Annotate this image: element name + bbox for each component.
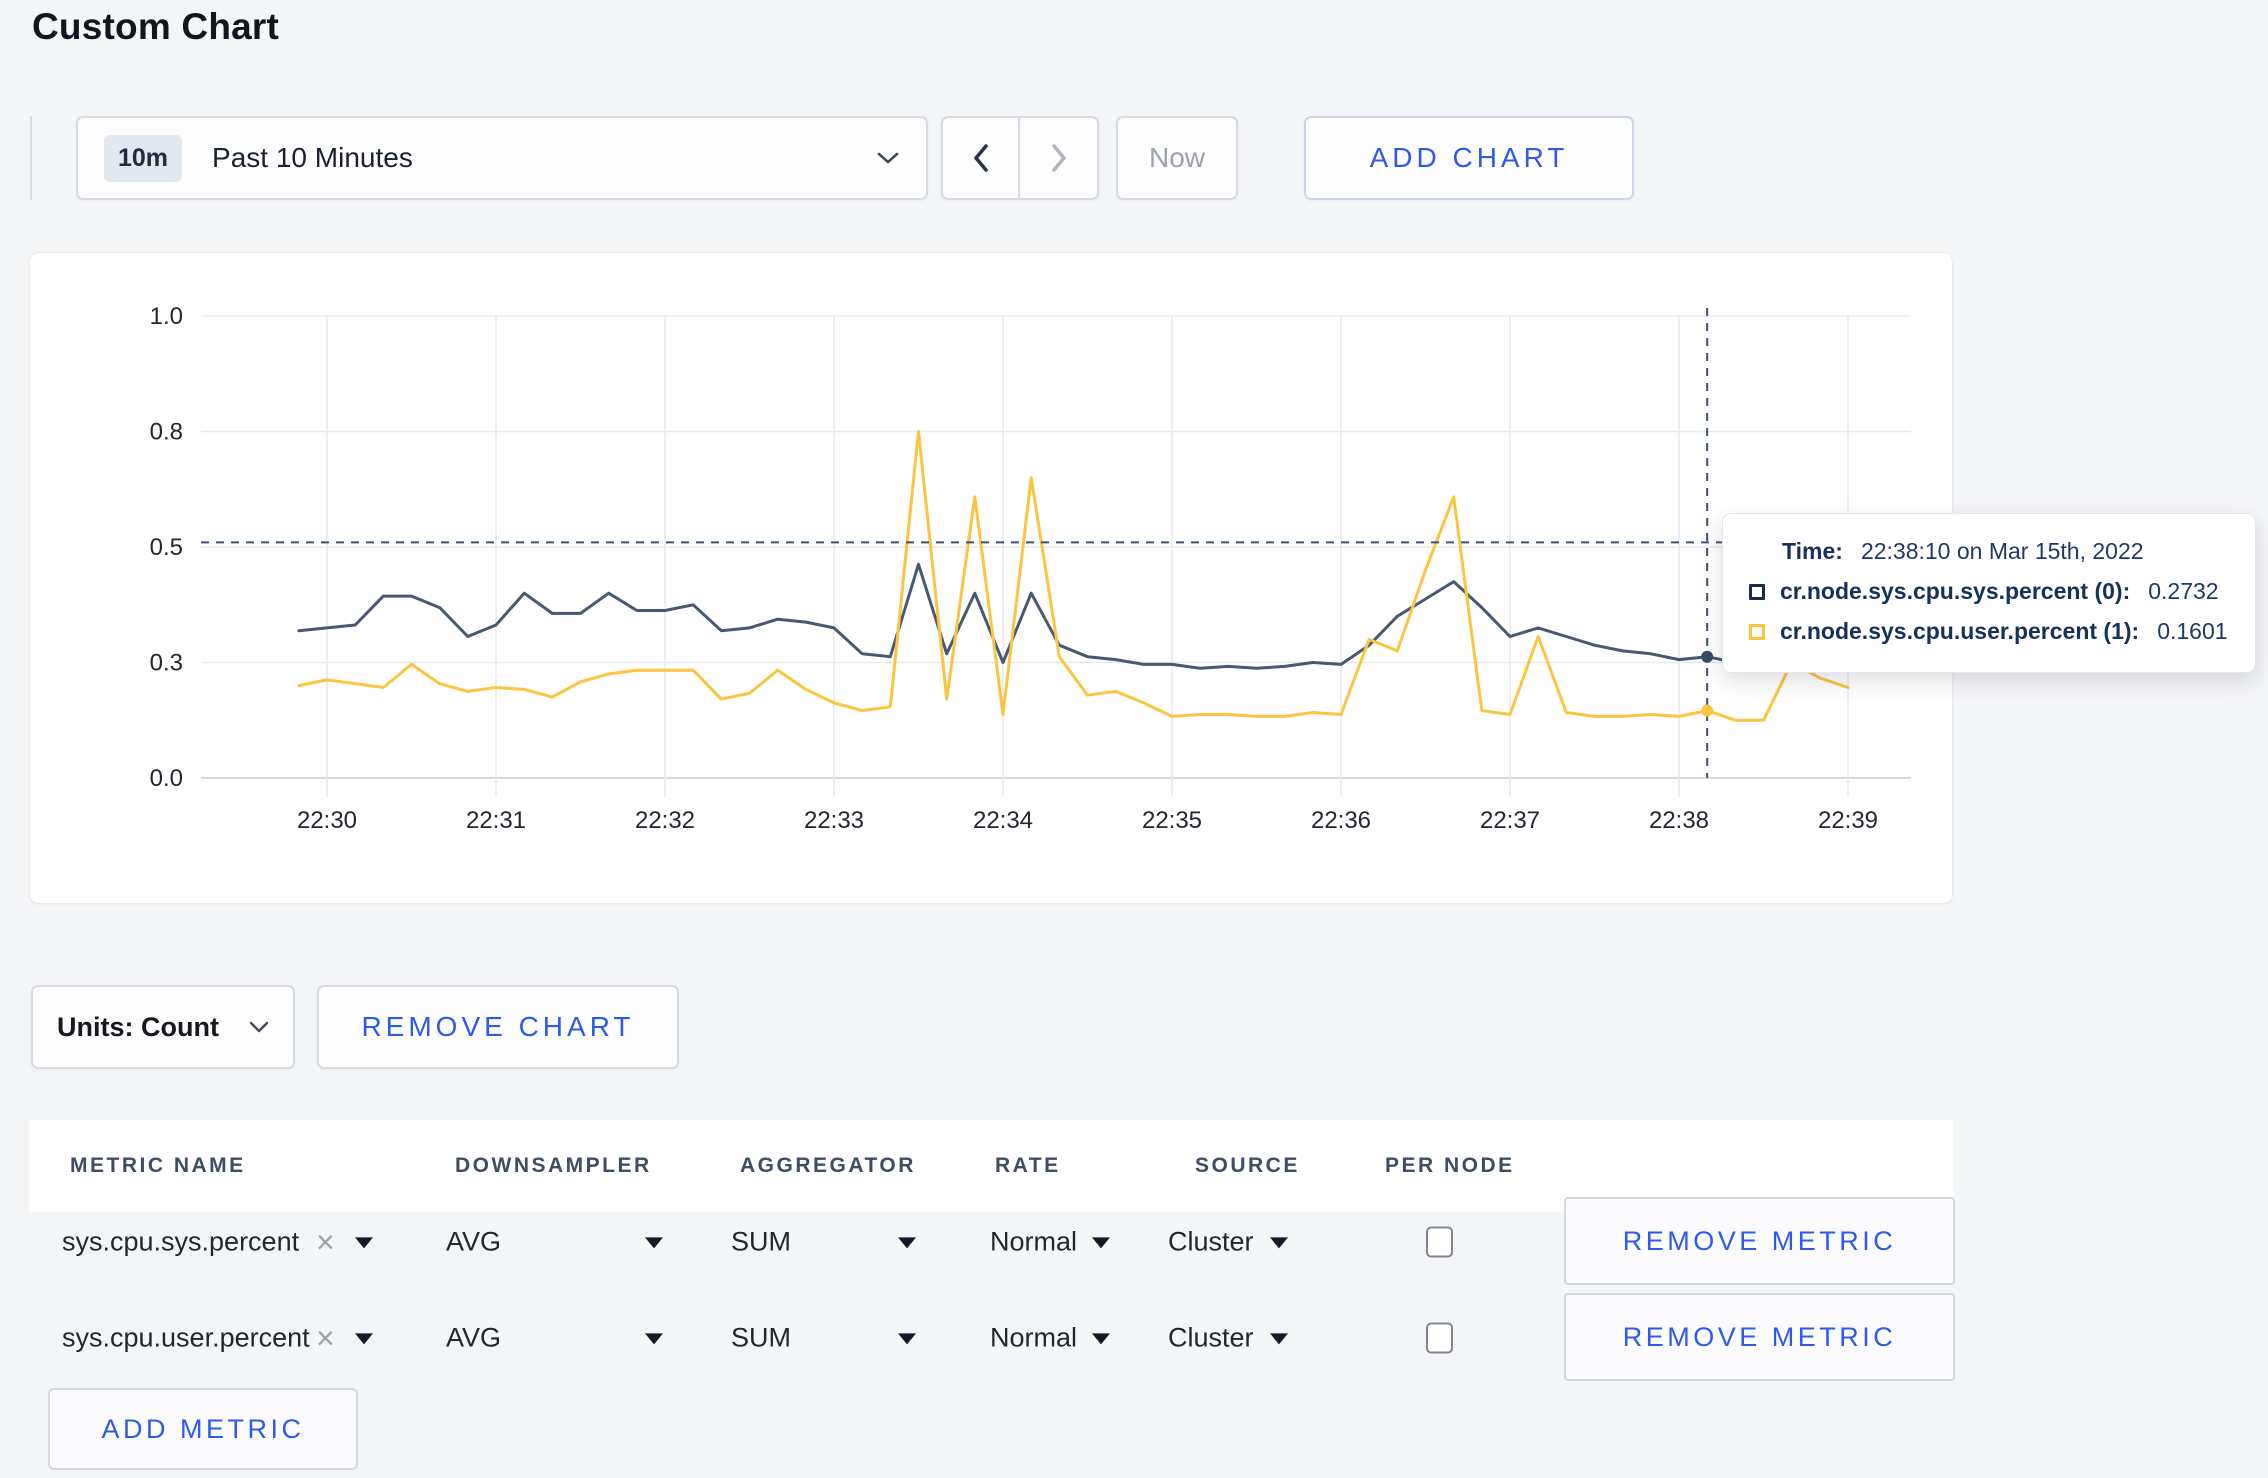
tooltip-series-value: 0.2732 [2148, 578, 2219, 604]
chevron-left-icon [973, 144, 988, 172]
downsampler-caret-icon[interactable] [645, 1333, 663, 1345]
svg-text:22:35: 22:35 [1142, 807, 1202, 834]
svg-text:22:34: 22:34 [973, 807, 1033, 834]
prev-button[interactable] [943, 118, 1020, 198]
per-node-checkbox[interactable] [1426, 1226, 1453, 1258]
now-label: Now [1148, 142, 1205, 173]
svg-text:22:38: 22:38 [1649, 807, 1709, 834]
chart-tooltip: Time: 22:38:10 on Mar 15th, 2022 cr.node… [1722, 513, 2256, 673]
time-range-select[interactable]: 10m Past 10 Minutes [76, 116, 928, 200]
tooltip-time-row: Time: 22:38:10 on Mar 15th, 2022 [1782, 538, 2229, 565]
source-select[interactable]: Cluster [1168, 1323, 1254, 1354]
metric-name-select[interactable]: sys.cpu.sys.percent [62, 1227, 299, 1258]
aggregator-select[interactable]: SUM [731, 1227, 791, 1258]
downsampler-select[interactable]: AVG [446, 1227, 501, 1258]
metric-caret-icon[interactable] [355, 1333, 373, 1345]
add-metric-button[interactable]: ADD METRIC [48, 1388, 358, 1470]
tooltip-time-label: Time: [1782, 538, 1843, 564]
units-label: Units: Count [57, 1011, 219, 1042]
chevron-down-icon [249, 1021, 269, 1033]
col-header-source: SOURCE [1195, 1154, 1300, 1177]
tooltip-series-row: cr.node.sys.cpu.sys.percent (0): 0.2732 [1749, 578, 2229, 605]
chevron-down-icon [877, 152, 899, 164]
clear-metric-icon[interactable]: × [316, 1226, 335, 1258]
svg-text:22:39: 22:39 [1818, 807, 1878, 834]
timeseries-chart[interactable]: 0.0 0.3 0.5 0.8 1.0 22:30 22:31 22:32 22:33 22:34… [30, 253, 1954, 905]
rate-select[interactable]: Normal [990, 1323, 1077, 1354]
rate-caret-icon[interactable] [1092, 1333, 1110, 1345]
svg-text:1.0: 1.0 [150, 303, 183, 330]
time-range-badge: 10m [104, 134, 183, 182]
next-button[interactable] [1020, 118, 1097, 198]
remove-metric-button[interactable]: REMOVE METRIC [1564, 1293, 1955, 1381]
aggregator-caret-icon[interactable] [898, 1333, 916, 1345]
units-select[interactable]: Units: Count [31, 985, 295, 1069]
tooltip-series-row: cr.node.sys.cpu.user.percent (1): 0.1601 [1749, 618, 2229, 645]
svg-text:22:31: 22:31 [466, 807, 526, 834]
remove-metric-label: REMOVE METRIC [1622, 1225, 1897, 1256]
col-header-downsampler: DOWNSAMPLER [455, 1154, 652, 1177]
source-caret-icon[interactable] [1270, 1237, 1288, 1249]
svg-text:0.3: 0.3 [150, 650, 183, 677]
col-header-rate: RATE [995, 1154, 1061, 1177]
source-select[interactable]: Cluster [1168, 1227, 1254, 1258]
add-chart-label: ADD CHART [1369, 142, 1569, 173]
aggregator-caret-icon[interactable] [898, 1237, 916, 1249]
chevron-right-icon [1051, 144, 1066, 172]
page-title: Custom Chart [32, 6, 280, 47]
remove-chart-label: REMOVE CHART [361, 1011, 635, 1042]
toolbar-divider [30, 116, 32, 200]
tooltip-series-value: 0.1601 [2157, 618, 2228, 644]
metric-caret-icon[interactable] [355, 1237, 373, 1249]
sys-series-swatch-icon [1749, 583, 1765, 600]
svg-text:22:36: 22:36 [1311, 807, 1371, 834]
svg-text:0.8: 0.8 [150, 419, 183, 446]
svg-text:22:37: 22:37 [1480, 807, 1540, 834]
tooltip-series-name: cr.node.sys.cpu.sys.percent (0): [1780, 578, 2131, 604]
metric-row: sys.cpu.user.percent × AVG SUM Normal Cl… [0, 1292, 2268, 1384]
downsampler-caret-icon[interactable] [645, 1237, 663, 1249]
rate-caret-icon[interactable] [1092, 1237, 1110, 1249]
remove-chart-button[interactable]: REMOVE CHART [317, 985, 679, 1069]
col-header-aggregator: AGGREGATOR [740, 1154, 916, 1177]
remove-metric-label: REMOVE METRIC [1622, 1321, 1897, 1352]
per-node-checkbox[interactable] [1426, 1322, 1453, 1354]
add-chart-button[interactable]: ADD CHART [1304, 116, 1634, 200]
chart-card: 0.0 0.3 0.5 0.8 1.0 22:30 22:31 22:32 22:33 22:34… [29, 252, 1953, 904]
svg-text:22:30: 22:30 [297, 807, 357, 834]
tooltip-time-value: 22:38:10 on Mar 15th, 2022 [1860, 538, 2144, 564]
metric-name-select[interactable]: sys.cpu.user.percent [62, 1323, 310, 1354]
source-caret-icon[interactable] [1270, 1333, 1288, 1345]
now-button[interactable]: Now [1116, 116, 1238, 200]
svg-text:0.5: 0.5 [150, 534, 183, 561]
svg-text:0.0: 0.0 [150, 765, 183, 792]
time-pager [941, 116, 1099, 200]
add-metric-label: ADD METRIC [101, 1413, 305, 1444]
rate-select[interactable]: Normal [990, 1227, 1077, 1258]
tooltip-series-name: cr.node.sys.cpu.user.percent (1): [1780, 618, 2140, 644]
aggregator-select[interactable]: SUM [731, 1323, 791, 1354]
svg-text:22:32: 22:32 [635, 807, 695, 834]
svg-text:22:33: 22:33 [804, 807, 864, 834]
metric-row: sys.cpu.sys.percent × AVG SUM Normal Clu… [0, 1196, 2268, 1288]
user-series-swatch-icon [1749, 623, 1765, 640]
time-range-label: Past 10 Minutes [212, 142, 413, 173]
col-header-metric-name: METRIC NAME [70, 1154, 246, 1177]
col-header-per-node: PER NODE [1385, 1154, 1515, 1177]
clear-metric-icon[interactable]: × [316, 1322, 335, 1354]
remove-metric-button[interactable]: REMOVE METRIC [1564, 1197, 1955, 1285]
downsampler-select[interactable]: AVG [446, 1323, 501, 1354]
